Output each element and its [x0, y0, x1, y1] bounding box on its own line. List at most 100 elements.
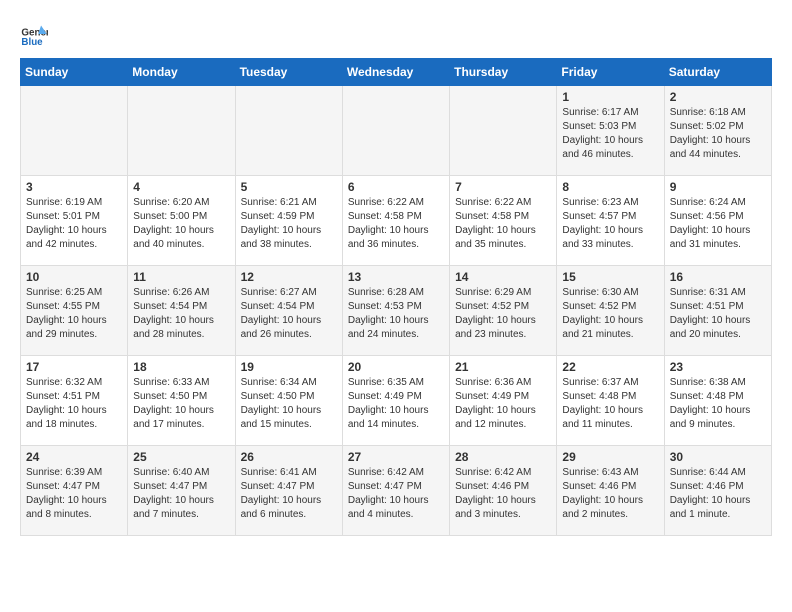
day-number: 29	[562, 450, 658, 464]
day-number: 28	[455, 450, 551, 464]
day-number: 22	[562, 360, 658, 374]
day-info: Sunrise: 6:38 AM Sunset: 4:48 PM Dayligh…	[670, 376, 766, 432]
day-info: Sunrise: 6:29 AM Sunset: 4:52 PM Dayligh…	[455, 286, 551, 342]
header-saturday: Saturday	[664, 59, 771, 86]
calendar-cell: 13Sunrise: 6:28 AM Sunset: 4:53 PM Dayli…	[342, 266, 449, 356]
day-info: Sunrise: 6:24 AM Sunset: 4:56 PM Dayligh…	[670, 196, 766, 252]
calendar-cell: 12 Sunrise: 6:27 AM Sunset: 4:54 PM Dayli…	[235, 266, 342, 356]
calendar-cell	[21, 86, 128, 176]
calendar-cell: 7Sunrise: 6:22 AM Sunset: 4:58 PM Daylig…	[450, 176, 557, 266]
logo-icon: General Blue	[20, 20, 48, 48]
header-monday: Monday	[128, 59, 235, 86]
calendar-week-row: 10 Sunrise: 6:25 AM Sunset: 4:55 PM Dayli…	[21, 266, 772, 356]
calendar-cell: 27 Sunrise: 6:42 AM Sunset: 4:47 PM Dayli…	[342, 446, 449, 536]
day-info: Sunrise: 6:44 AM Sunset: 4:46 PM Dayligh…	[670, 466, 766, 522]
header-thursday: Thursday	[450, 59, 557, 86]
calendar-cell: 9 Sunrise: 6:24 AM Sunset: 4:56 PM Daylig…	[664, 176, 771, 266]
day-info: Sunrise: 6:33 AM Sunset: 4:50 PM Dayligh…	[133, 376, 229, 432]
calendar-cell: 10 Sunrise: 6:25 AM Sunset: 4:55 PM Dayli…	[21, 266, 128, 356]
calendar-header-row: SundayMondayTuesdayWednesdayThursdayFrid…	[21, 59, 772, 86]
day-number: 30	[670, 450, 766, 464]
calendar-cell: 15Sunrise: 6:30 AM Sunset: 4:52 PM Dayli…	[557, 266, 664, 356]
calendar-cell: 30 Sunrise: 6:44 AM Sunset: 4:46 PM Dayli…	[664, 446, 771, 536]
day-number: 15	[562, 270, 658, 284]
day-number: 21	[455, 360, 551, 374]
day-number: 1	[562, 90, 658, 104]
day-number: 24	[26, 450, 122, 464]
day-info: Sunrise: 6:22 AM Sunset: 4:58 PM Dayligh…	[455, 196, 551, 252]
day-info: Sunrise: 6:42 AM Sunset: 4:46 PM Dayligh…	[455, 466, 551, 522]
day-info: Sunrise: 6:41 AM Sunset: 4:47 PM Dayligh…	[241, 466, 337, 522]
header-friday: Friday	[557, 59, 664, 86]
day-number: 13	[348, 270, 444, 284]
day-number: 14	[455, 270, 551, 284]
calendar-cell: 3 Sunrise: 6:19 AM Sunset: 5:01 PM Daylig…	[21, 176, 128, 266]
day-number: 8	[562, 180, 658, 194]
day-info: Sunrise: 6:39 AM Sunset: 4:47 PM Dayligh…	[26, 466, 122, 522]
day-info: Sunrise: 6:20 AM Sunset: 5:00 PM Dayligh…	[133, 196, 229, 252]
calendar-week-row: 24 Sunrise: 6:39 AM Sunset: 4:47 PM Dayli…	[21, 446, 772, 536]
day-info: Sunrise: 6:26 AM Sunset: 4:54 PM Dayligh…	[133, 286, 229, 342]
day-info: Sunrise: 6:36 AM Sunset: 4:49 PM Dayligh…	[455, 376, 551, 432]
day-number: 5	[241, 180, 337, 194]
day-info: Sunrise: 6:27 AM Sunset: 4:54 PM Dayligh…	[241, 286, 337, 342]
day-info: Sunrise: 6:43 AM Sunset: 4:46 PM Dayligh…	[562, 466, 658, 522]
day-info: Sunrise: 6:32 AM Sunset: 4:51 PM Dayligh…	[26, 376, 122, 432]
day-info: Sunrise: 6:19 AM Sunset: 5:01 PM Dayligh…	[26, 196, 122, 252]
day-number: 20	[348, 360, 444, 374]
calendar-cell: 4 Sunrise: 6:20 AM Sunset: 5:00 PM Daylig…	[128, 176, 235, 266]
day-info: Sunrise: 6:34 AM Sunset: 4:50 PM Dayligh…	[241, 376, 337, 432]
logo: General Blue	[20, 20, 52, 48]
day-number: 10	[26, 270, 122, 284]
calendar-cell: 16 Sunrise: 6:31 AM Sunset: 4:51 PM Dayli…	[664, 266, 771, 356]
calendar-cell: 25Sunrise: 6:40 AM Sunset: 4:47 PM Dayli…	[128, 446, 235, 536]
calendar-cell: 11 Sunrise: 6:26 AM Sunset: 4:54 PM Dayli…	[128, 266, 235, 356]
day-number: 27	[348, 450, 444, 464]
calendar-cell: 14 Sunrise: 6:29 AM Sunset: 4:52 PM Dayli…	[450, 266, 557, 356]
day-number: 18	[133, 360, 229, 374]
header-wednesday: Wednesday	[342, 59, 449, 86]
header-tuesday: Tuesday	[235, 59, 342, 86]
day-info: Sunrise: 6:37 AM Sunset: 4:48 PM Dayligh…	[562, 376, 658, 432]
calendar-cell: 19 Sunrise: 6:34 AM Sunset: 4:50 PM Dayli…	[235, 356, 342, 446]
day-number: 9	[670, 180, 766, 194]
day-number: 12	[241, 270, 337, 284]
day-number: 6	[348, 180, 444, 194]
day-number: 19	[241, 360, 337, 374]
calendar-cell: 2 Sunrise: 6:18 AM Sunset: 5:02 PM Daylig…	[664, 86, 771, 176]
day-number: 4	[133, 180, 229, 194]
day-info: Sunrise: 6:18 AM Sunset: 5:02 PM Dayligh…	[670, 106, 766, 162]
calendar-cell: 23 Sunrise: 6:38 AM Sunset: 4:48 PM Dayli…	[664, 356, 771, 446]
day-number: 26	[241, 450, 337, 464]
calendar-cell: 20 Sunrise: 6:35 AM Sunset: 4:49 PM Dayli…	[342, 356, 449, 446]
calendar-cell	[342, 86, 449, 176]
day-number: 3	[26, 180, 122, 194]
calendar-cell: 26 Sunrise: 6:41 AM Sunset: 4:47 PM Dayli…	[235, 446, 342, 536]
calendar-cell: 21 Sunrise: 6:36 AM Sunset: 4:49 PM Dayli…	[450, 356, 557, 446]
calendar-cell	[128, 86, 235, 176]
calendar-cell: 1 Sunrise: 6:17 AM Sunset: 5:03 PM Daylig…	[557, 86, 664, 176]
calendar-cell: 24 Sunrise: 6:39 AM Sunset: 4:47 PM Dayli…	[21, 446, 128, 536]
calendar-cell: 8 Sunrise: 6:23 AM Sunset: 4:57 PM Daylig…	[557, 176, 664, 266]
day-info: Sunrise: 6:42 AM Sunset: 4:47 PM Dayligh…	[348, 466, 444, 522]
calendar-cell: 17Sunrise: 6:32 AM Sunset: 4:51 PM Dayli…	[21, 356, 128, 446]
day-info: Sunrise: 6:25 AM Sunset: 4:55 PM Dayligh…	[26, 286, 122, 342]
calendar-week-row: 17Sunrise: 6:32 AM Sunset: 4:51 PM Dayli…	[21, 356, 772, 446]
day-number: 11	[133, 270, 229, 284]
calendar-cell: 5Sunrise: 6:21 AM Sunset: 4:59 PM Daylig…	[235, 176, 342, 266]
page-header: General Blue	[20, 20, 772, 48]
calendar-week-row: 1 Sunrise: 6:17 AM Sunset: 5:03 PM Daylig…	[21, 86, 772, 176]
calendar-cell	[235, 86, 342, 176]
day-info: Sunrise: 6:23 AM Sunset: 4:57 PM Dayligh…	[562, 196, 658, 252]
day-info: Sunrise: 6:35 AM Sunset: 4:49 PM Dayligh…	[348, 376, 444, 432]
calendar-cell: 22 Sunrise: 6:37 AM Sunset: 4:48 PM Dayli…	[557, 356, 664, 446]
day-number: 23	[670, 360, 766, 374]
day-info: Sunrise: 6:31 AM Sunset: 4:51 PM Dayligh…	[670, 286, 766, 342]
day-info: Sunrise: 6:40 AM Sunset: 4:47 PM Dayligh…	[133, 466, 229, 522]
day-number: 2	[670, 90, 766, 104]
day-info: Sunrise: 6:17 AM Sunset: 5:03 PM Dayligh…	[562, 106, 658, 162]
day-info: Sunrise: 6:22 AM Sunset: 4:58 PM Dayligh…	[348, 196, 444, 252]
header-sunday: Sunday	[21, 59, 128, 86]
calendar-week-row: 3 Sunrise: 6:19 AM Sunset: 5:01 PM Daylig…	[21, 176, 772, 266]
day-number: 16	[670, 270, 766, 284]
